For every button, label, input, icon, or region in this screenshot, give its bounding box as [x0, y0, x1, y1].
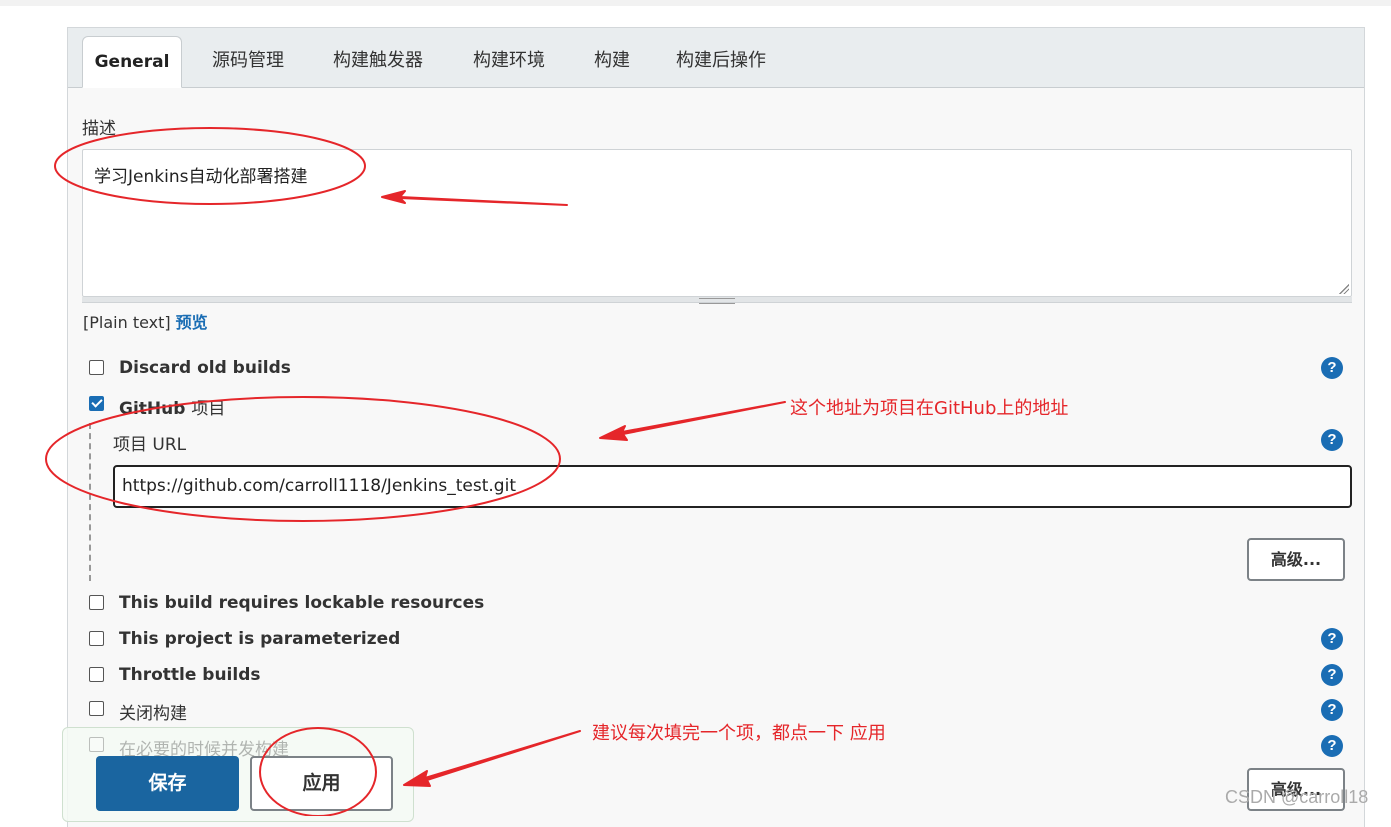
throttle-builds-checkbox[interactable]	[89, 667, 104, 682]
nested-section-guide	[89, 423, 91, 581]
project-url-label: 项目 URL	[113, 435, 187, 455]
description-value: 学习Jenkins自动化部署搭建	[94, 167, 308, 187]
help-icon[interactable]: ?	[1321, 735, 1343, 757]
tab-build-environment[interactable]: 构建环境	[473, 48, 545, 74]
apply-button[interactable]: 应用	[250, 756, 393, 811]
tab-post-build[interactable]: 构建后操作	[676, 48, 766, 74]
parameterized-checkbox[interactable]	[89, 631, 104, 646]
top-strip	[0, 0, 1391, 6]
preview-link[interactable]: 预览	[176, 313, 208, 332]
lockable-resources-label: This build requires lockable resources	[119, 593, 485, 613]
github-project-label-en: GitHub	[119, 399, 186, 419]
resize-handle-icon[interactable]	[699, 298, 735, 304]
resize-grip-icon[interactable]	[1339, 284, 1349, 294]
description-format: [Plain text] 预览	[83, 309, 208, 333]
help-icon[interactable]: ?	[1321, 699, 1343, 721]
help-icon[interactable]: ?	[1321, 628, 1343, 650]
help-icon[interactable]: ?	[1321, 357, 1343, 379]
apply-annotation-text: 建议每次填完一个项，都点一下 应用	[592, 723, 886, 744]
github-project-checkbox[interactable]	[89, 396, 104, 411]
description-label: 描述	[82, 119, 116, 139]
tab-bar: General 源码管理 构建触发器 构建环境 构建 构建后操作	[68, 28, 1364, 88]
help-icon[interactable]: ?	[1321, 664, 1343, 686]
help-icon[interactable]: ?	[1321, 429, 1343, 451]
tab-source-code[interactable]: 源码管理	[212, 48, 284, 74]
tab-build-triggers[interactable]: 构建触发器	[333, 48, 423, 74]
advanced-button[interactable]: 高级...	[1247, 538, 1345, 581]
disable-build-checkbox[interactable]	[89, 701, 104, 716]
save-button[interactable]: 保存	[96, 756, 239, 811]
concurrent-builds-checkbox[interactable]	[89, 737, 104, 752]
throttle-builds-label: Throttle builds	[119, 665, 261, 685]
tab-general[interactable]: General	[82, 36, 182, 88]
parameterized-label: This project is parameterized	[119, 629, 401, 649]
github-project-label: GitHub 项目	[119, 394, 225, 419]
discard-old-builds-label: Discard old builds	[119, 358, 291, 378]
project-url-input[interactable]: https://github.com/carroll1118/Jenkins_t…	[113, 465, 1352, 508]
description-textarea[interactable]: 学习Jenkins自动化部署搭建	[82, 149, 1352, 297]
discard-old-builds-checkbox[interactable]	[89, 360, 104, 375]
lockable-resources-checkbox[interactable]	[89, 595, 104, 610]
tab-build[interactable]: 构建	[594, 48, 630, 74]
format-label: [Plain text]	[83, 313, 171, 332]
github-project-label-cn: 项目	[191, 399, 226, 419]
disable-build-label: 关闭构建	[119, 704, 187, 724]
github-annotation-text: 这个地址为项目在GitHub上的地址	[790, 398, 1069, 419]
config-panel: General 源码管理 构建触发器 构建环境 构建 构建后操作	[67, 27, 1365, 827]
watermark: CSDN @carroll18	[1225, 787, 1369, 807]
